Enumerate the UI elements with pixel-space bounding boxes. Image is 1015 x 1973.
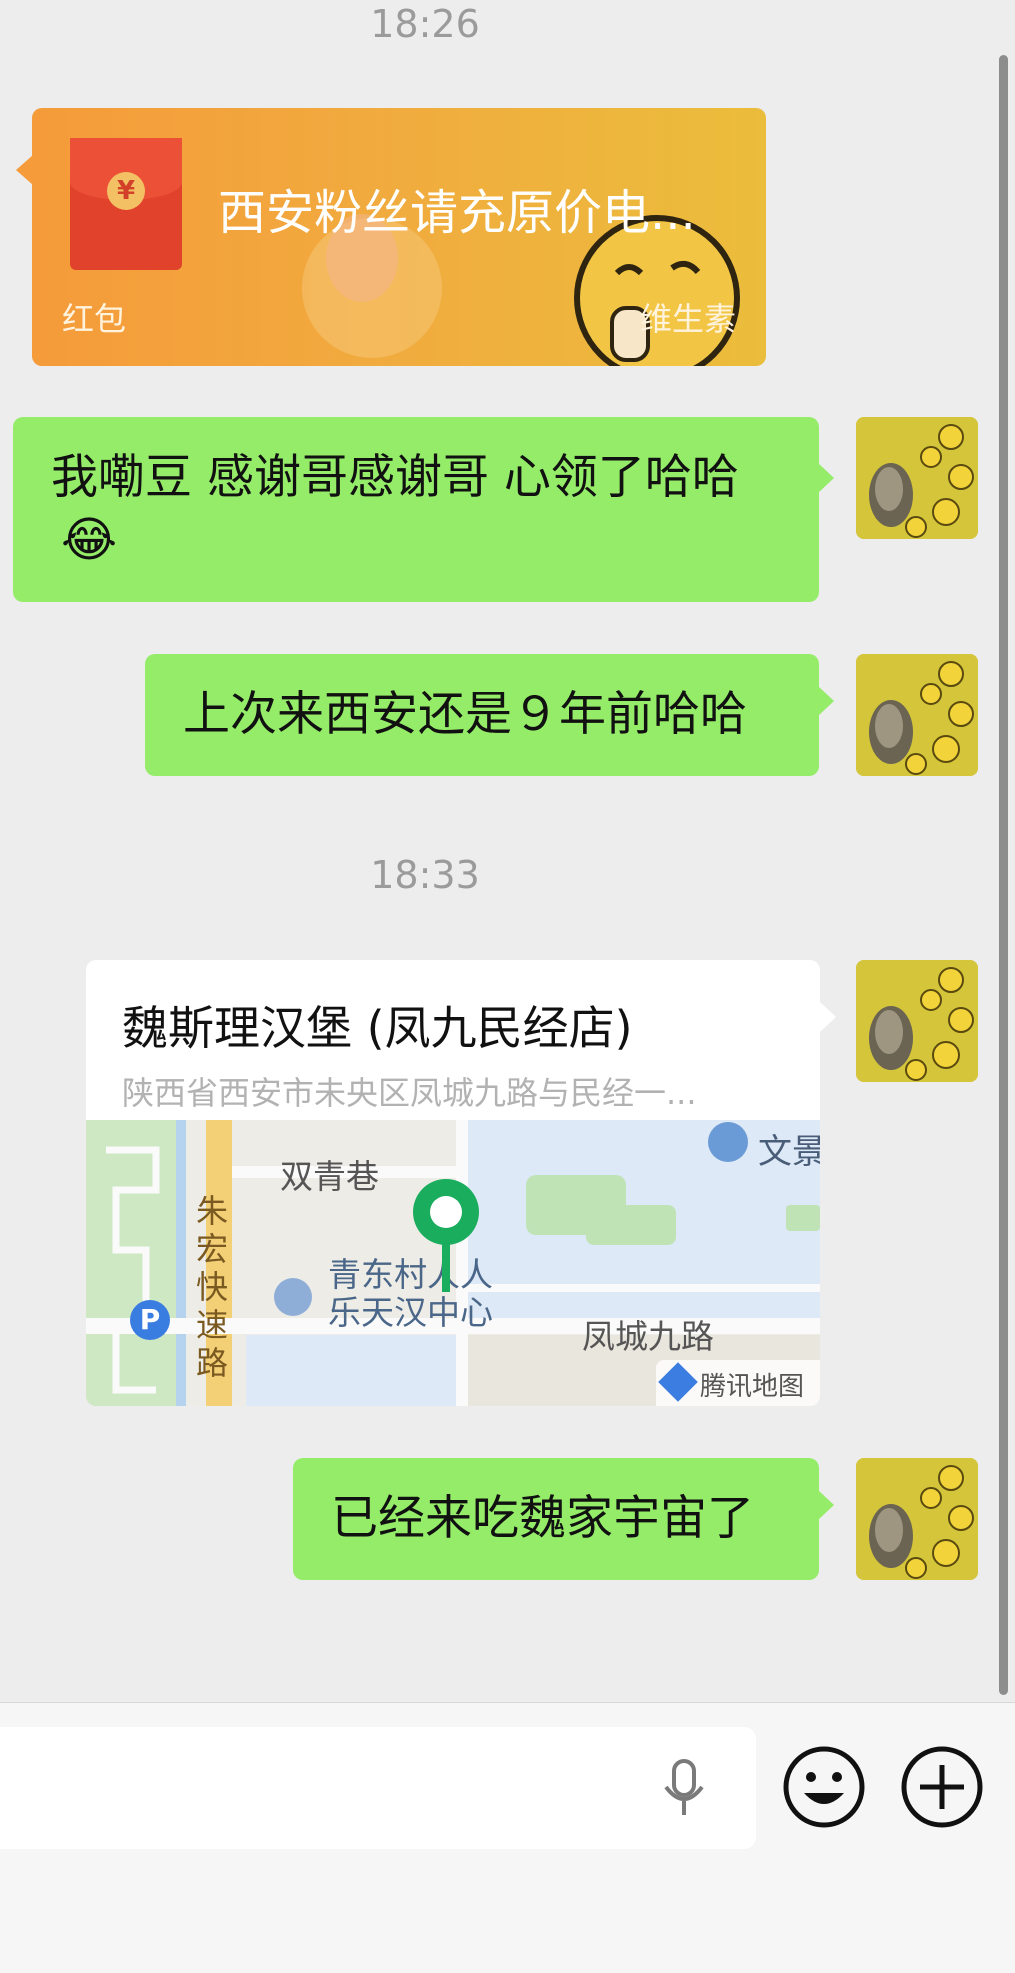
laughing-emoji-icon: 😂 [61,512,118,568]
location-name: 魏斯理汉堡 (凤九民经店) [122,1001,633,1055]
map-label-poi: 文景 [758,1132,820,1172]
parking-icon: P [130,1300,170,1340]
timestamp: 18:33 [370,853,480,897]
sent-message-bubble[interactable]: 上次来西安还是９年前哈哈 [145,654,834,776]
sent-message-bubble[interactable]: 已经来吃魏家宇宙了 [293,1458,834,1580]
message-text: 我嘞豆 感谢哥感谢哥 心领了哈哈 [51,450,739,505]
avatar[interactable] [856,417,978,539]
map-label-expressway: 朱宏快速路 [196,1192,229,1382]
scrollbar[interactable] [999,55,1008,1695]
red-packet-brand: 维生素 [639,300,736,338]
input-bar [0,1703,1015,1973]
red-packet-title: 西安粉丝请充原价电... [218,185,696,241]
red-packet-label: 红包 [62,300,127,338]
sent-message-bubble[interactable]: 我嘞豆 感谢哥感谢哥 心领了哈哈 😂 [13,417,834,602]
avatar[interactable] [856,654,978,776]
timestamp: 18:26 [370,2,480,46]
avatar-image [856,1458,978,1580]
location-message-card[interactable]: 魏斯理汉堡 (凤九民经店) 陕西省西安市未央区凤城九路与民经一... 双青巷 朱… [86,960,820,1406]
tencent-map-logo-icon [658,1362,698,1402]
microphone-icon[interactable] [660,1759,708,1817]
avatar-image [856,960,978,1082]
map-provider-badge: 腾讯地图 [656,1360,820,1406]
message-input[interactable] [0,1727,756,1849]
avatar-image [856,654,978,776]
map-label-street: 双青巷 [280,1157,379,1196]
avatar[interactable] [856,1458,978,1580]
map-label-street: 凤城九路 [582,1317,714,1356]
map-thumbnail[interactable]: 双青巷 朱宏快速路 文景 青东村人人 乐天汉中心 凤城九路 P 腾讯地图 [86,1120,820,1406]
message-text: 上次来西安还是９年前哈哈 [183,687,747,742]
location-card-tail [820,1002,836,1032]
map-pin-icon [413,1179,479,1292]
red-packet-message[interactable]: ¥ 西安粉丝请充原价电... 红包 维生素 [32,108,766,366]
red-packet-tail [16,155,33,185]
red-envelope-icon: ¥ [70,138,182,270]
smiley-face-icon[interactable] [782,1745,866,1829]
location-address: 陕西省西安市未央区凤城九路与民经一... [122,1074,697,1112]
message-text: 已经来吃魏家宇宙了 [331,1491,754,1546]
mall-icon [274,1278,312,1316]
plus-circle-icon[interactable] [900,1745,984,1829]
avatar-image [856,417,978,539]
avatar[interactable] [856,960,978,1082]
school-icon [708,1122,748,1162]
